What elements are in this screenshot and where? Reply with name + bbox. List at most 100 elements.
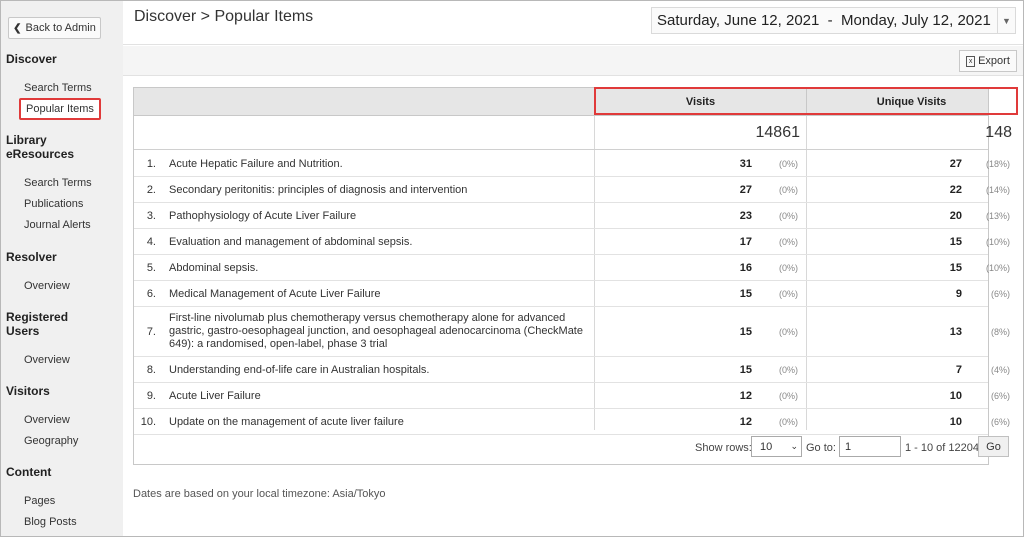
visits-value: 15 (739, 288, 752, 300)
row-number: 4. (146, 236, 156, 248)
row-number: 9. (146, 390, 156, 402)
rows-per-page-value: 10 (760, 440, 773, 453)
visits-percent: (0%) (778, 237, 798, 247)
sidebar-item-visitors-overview[interactable]: Overview (24, 414, 70, 426)
sidebar-item-popular-items[interactable]: Popular Items (19, 98, 101, 120)
go-button[interactable]: Go (978, 436, 1009, 457)
sidebar-item-blog-posts[interactable]: Blog Posts (24, 516, 77, 528)
row-number: 3. (146, 210, 156, 222)
chevron-left-icon: ❮ (13, 22, 22, 34)
unique-visits-value: 7 (955, 364, 962, 376)
unique-visits-percent: (6%) (990, 417, 1010, 427)
unique-visits-percent: (8%) (990, 327, 1010, 337)
visits-percent: (0%) (778, 159, 798, 169)
table-row[interactable]: 1. Acute Hepatic Failure and Nutrition. 31… (134, 151, 1010, 177)
table-row[interactable]: 4. Evaluation and management of abdominal… (134, 229, 1010, 255)
unique-visits-percent: (13%) (985, 211, 1010, 221)
visits-percent: (0%) (778, 211, 798, 221)
table-row[interactable]: 2. Secondary peritonitis: principles of d… (134, 177, 1010, 203)
visits-value: 17 (739, 236, 752, 248)
section-visitors: Visitors (6, 384, 50, 398)
sidebar-item-eresources-search-terms[interactable]: Search Terms (24, 177, 92, 189)
toolbar: x Export (123, 46, 1023, 76)
unique-visits-value: 15 (949, 262, 962, 274)
visits-value: 12 (739, 416, 752, 428)
sidebar-item-pages[interactable]: Pages (24, 495, 55, 507)
item-title[interactable]: Abdominal sepsis. (169, 262, 584, 275)
visits-value: 16 (739, 262, 752, 274)
caret-down-icon[interactable]: ▼ (997, 8, 1015, 33)
show-rows-label: Show rows: (695, 442, 752, 454)
item-title[interactable]: Understanding end-of-life care in Austra… (169, 364, 584, 377)
main-content: Discover > Popular Items Saturday, June … (123, 1, 1023, 536)
item-title[interactable]: Update on the management of acute liver … (169, 416, 584, 429)
row-number: 8. (146, 364, 156, 376)
unique-visits-percent: (14%) (985, 185, 1010, 195)
row-number: 5. (146, 262, 156, 274)
section-discover: Discover (6, 52, 57, 66)
visits-percent: (0%) (778, 185, 798, 195)
sidebar-item-publications[interactable]: Publications (24, 198, 83, 210)
item-title[interactable]: Acute Hepatic Failure and Nutrition. (169, 158, 584, 171)
item-title[interactable]: Medical Management of Acute Liver Failur… (169, 288, 584, 301)
section-resolver: Resolver (6, 250, 57, 264)
item-title[interactable]: Pathophysiology of Acute Liver Failure (169, 210, 584, 223)
row-number: 10. (140, 416, 156, 428)
unique-visits-percent: (10%) (985, 263, 1010, 273)
table-row[interactable]: 9. Acute Liver Failure 12 (0%) 10 (6%) (134, 383, 1010, 409)
row-number: 6. (146, 288, 156, 300)
table-row[interactable]: 8. Understanding end-of-life care in Aust… (134, 357, 1010, 383)
visits-value: 31 (739, 158, 752, 170)
table-row[interactable]: 3. Pathophysiology of Acute Liver Failure… (134, 203, 1010, 229)
row-number: 1. (146, 158, 156, 170)
item-title[interactable]: Acute Liver Failure (169, 390, 584, 403)
unique-visits-value: 9 (955, 288, 962, 300)
export-button[interactable]: x Export (959, 50, 1017, 72)
sidebar-item-users-overview[interactable]: Overview (24, 354, 70, 366)
unique-visits-percent: (18%) (985, 159, 1010, 169)
table-row[interactable]: 6. Medical Management of Acute Liver Fail… (134, 281, 1010, 307)
unique-visits-value: 20 (949, 210, 962, 222)
visits-value: 15 (739, 326, 752, 338)
item-title[interactable]: Secondary peritonitis: principles of dia… (169, 184, 584, 197)
visits-value: 27 (739, 184, 752, 196)
visits-percent: (0%) (778, 263, 798, 273)
unique-visits-value: 27 (949, 158, 962, 170)
section-content: Content (6, 465, 52, 479)
range-text: 1 - 10 of 12204 (905, 442, 980, 454)
row-number: 2. (146, 184, 156, 196)
row-number: 7. (146, 326, 156, 338)
visits-percent: (0%) (778, 365, 798, 375)
column-highlight-box (594, 87, 1018, 115)
unique-visits-percent: (6%) (990, 391, 1010, 401)
goto-label: Go to: (806, 442, 836, 454)
unique-visits-percent: (6%) (990, 289, 1010, 299)
section-library-eresources: Library eResources (6, 133, 75, 161)
total-unique-visits: 148 (985, 124, 1012, 141)
total-visits: 14861 (755, 124, 801, 141)
sidebar-item-geography[interactable]: Geography (24, 435, 78, 447)
unique-visits-value: 10 (949, 416, 962, 428)
date-range-picker[interactable]: Saturday, June 12, 2021 - Monday, July 1… (651, 7, 1016, 34)
export-file-icon: x (966, 55, 976, 67)
rows-per-page-select[interactable]: 10 ⌄ (751, 436, 802, 457)
visits-percent: (0%) (778, 327, 798, 337)
item-title[interactable]: First-line nivolumab plus chemotherapy v… (169, 312, 584, 351)
item-title[interactable]: Evaluation and management of abdominal s… (169, 236, 584, 249)
goto-page-input[interactable]: 1 (839, 436, 901, 457)
date-range-text: Saturday, June 12, 2021 - Monday, July 1… (657, 12, 991, 29)
unique-visits-value: 13 (949, 326, 962, 338)
unique-visits-percent: (10%) (985, 237, 1010, 247)
sidebar-item-resolver-overview[interactable]: Overview (24, 280, 70, 292)
sidebar-item-journal-alerts[interactable]: Journal Alerts (24, 219, 91, 231)
back-to-admin-button[interactable]: ❮ Back to Admin (8, 17, 101, 39)
timezone-note: Dates are based on your local timezone: … (133, 488, 386, 500)
page-title: Discover > Popular Items (134, 8, 314, 25)
visits-value: 15 (739, 364, 752, 376)
unique-visits-value: 22 (949, 184, 962, 196)
unique-visits-value: 10 (949, 390, 962, 402)
sidebar: ❮ Back to Admin Discover Search Terms Po… (1, 1, 123, 536)
table-row[interactable]: 7. First-line nivolumab plus chemotherapy… (134, 307, 1010, 357)
table-row[interactable]: 5. Abdominal sepsis. 16 (0%) 15 (10%) (134, 255, 1010, 281)
sidebar-item-discover-search-terms[interactable]: Search Terms (24, 82, 92, 94)
